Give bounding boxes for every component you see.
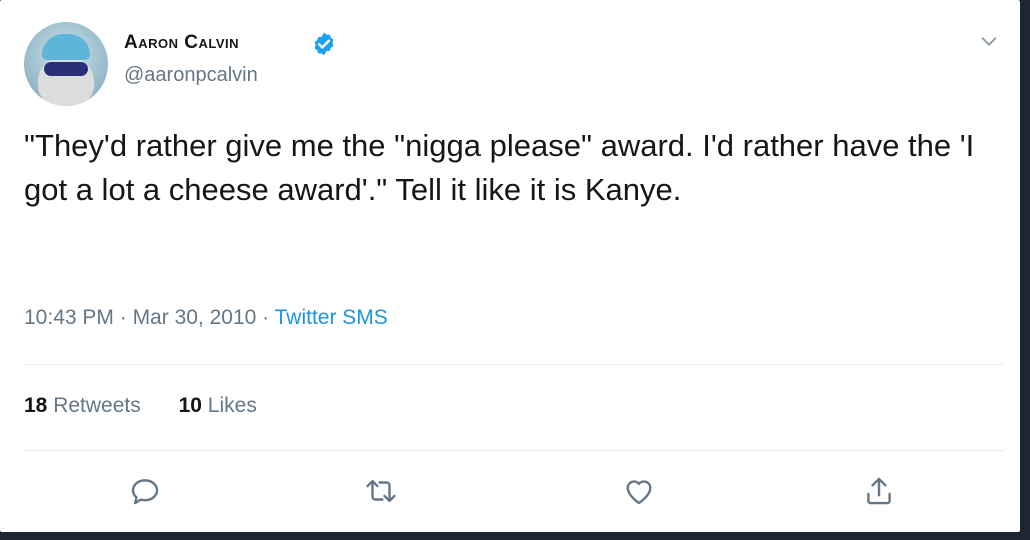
- likes-label: Likes: [207, 394, 257, 417]
- tweet-time[interactable]: 10:43 PM: [24, 306, 114, 329]
- chevron-down-icon[interactable]: [978, 30, 1000, 52]
- avatar[interactable]: [24, 22, 108, 106]
- divider: [24, 364, 1004, 365]
- retweets-label: Retweets: [53, 394, 141, 417]
- retweet-icon[interactable]: [364, 474, 398, 508]
- tweet-stats: 18 Retweets 10 Likes: [24, 394, 289, 418]
- tweet-source[interactable]: Twitter SMS: [275, 306, 388, 329]
- divider: [24, 450, 1004, 451]
- avatar-glasses: [44, 62, 88, 76]
- author-name[interactable]: Aaron Calvin: [124, 32, 239, 54]
- author-handle[interactable]: @aaronpcalvin: [124, 64, 258, 87]
- heart-icon[interactable]: [622, 474, 656, 508]
- avatar-hat: [42, 34, 90, 60]
- share-icon[interactable]: [862, 474, 896, 508]
- tweet-card: Aaron Calvin @aaronpcalvin "They'd rathe…: [0, 0, 1020, 532]
- tweet-meta: 10:43 PM · Mar 30, 2010 · Twitter SMS: [24, 306, 388, 330]
- tweet-date[interactable]: Mar 30, 2010: [133, 306, 257, 329]
- meta-separator: ·: [262, 306, 275, 329]
- meta-separator: ·: [119, 306, 133, 329]
- verified-badge-icon: [314, 32, 334, 56]
- retweets-stat[interactable]: 18 Retweets: [24, 394, 141, 417]
- retweets-count: 18: [24, 394, 48, 417]
- tweet-text: "They'd rather give me the "nigga please…: [24, 128, 975, 207]
- reply-icon[interactable]: [128, 474, 162, 508]
- likes-count: 10: [178, 394, 202, 417]
- likes-stat[interactable]: 10 Likes: [179, 394, 257, 417]
